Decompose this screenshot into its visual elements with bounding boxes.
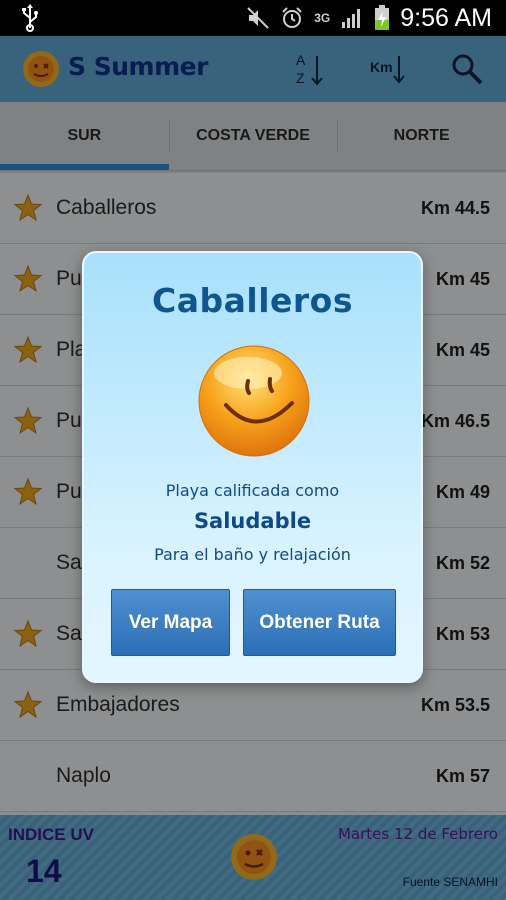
status-bar: 3G 9:56 AM (0, 0, 506, 36)
battery-charging-icon (375, 5, 390, 30)
dialog-rating: Saludable (193, 509, 312, 533)
smiley-icon (198, 345, 310, 457)
network-type: 3G (314, 11, 331, 25)
dialog-subcaption: Para el baño y relajación (154, 545, 351, 564)
signal-icon (342, 9, 361, 28)
view-map-button[interactable]: Ver Mapa (111, 589, 230, 656)
beach-dialog: Caballeros Playa calificada como Saludab… (82, 251, 423, 683)
mute-icon (247, 7, 269, 29)
dialog-title: Caballeros (152, 281, 353, 320)
alarm-icon (282, 7, 302, 28)
clock: 9:56 AM (400, 3, 492, 32)
usb-icon (22, 4, 38, 32)
dialog-caption: Playa calificada como (165, 481, 340, 500)
get-route-button[interactable]: Obtener Ruta (243, 589, 396, 656)
